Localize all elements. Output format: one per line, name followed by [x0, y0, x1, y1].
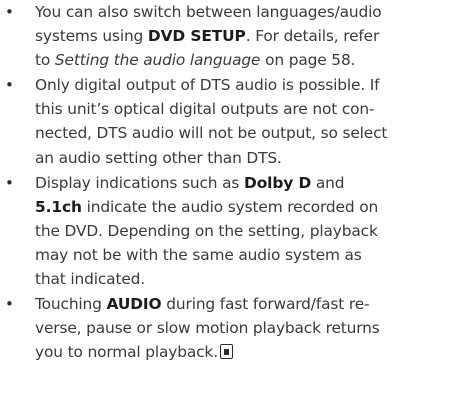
note-line: systems using DVD SETUP. For details, re… [35, 27, 380, 46]
cross-reference: Setting the audio language [54, 51, 261, 70]
keyword-dolby-d: Dolby D [244, 173, 312, 192]
keyword-dvd-setup: DVD SETUP [147, 27, 246, 46]
note-item-dvd-setup: • You can also switch between languages/… [0, 0, 459, 72]
note-item-dts: • Only digital output of DTS audio is po… [0, 73, 459, 169]
manual-page: • You can also switch between languages/… [0, 0, 459, 419]
note-line: nected, DTS audio will not be output, so… [35, 124, 388, 143]
bullet-icon: • [5, 3, 14, 21]
note-line: You can also switch between languages/au… [35, 3, 382, 21]
notes-list: • You can also switch between languages/… [0, 0, 459, 364]
note-line: to Setting the audio language on page 58… [35, 51, 356, 70]
note-line: Touching AUDIO during fast forward/fast … [35, 295, 370, 314]
note-line: 5.1ch indicate the audio system recorded… [35, 197, 379, 216]
note-line: you to normal playback. [35, 340, 459, 364]
note-line: this unit’s optical digital outputs are … [35, 100, 375, 119]
note-item-display-indications: • Display indications such as Dolby D an… [0, 171, 459, 291]
note-line: may not be with the same audio system as [35, 245, 362, 264]
keyword-audio: AUDIO [106, 295, 162, 314]
bullet-icon: • [5, 173, 14, 192]
end-of-section-icon [219, 344, 233, 360]
note-line: that indicated. [35, 270, 146, 289]
note-line: Display indications such as Dolby D and [35, 173, 345, 192]
note-line: an audio setting other than DTS. [35, 148, 282, 167]
keyword-5-1ch: 5.1ch [35, 197, 82, 216]
bullet-icon: • [5, 76, 14, 95]
note-line: Only digital output of DTS audio is poss… [35, 76, 380, 95]
note-line: verse, pause or slow motion playback ret… [35, 319, 380, 338]
note-item-audio-touch: • Touching AUDIO during fast forward/fas… [0, 292, 459, 364]
bullet-icon: • [5, 295, 14, 314]
note-line: the DVD. Depending on the setting, playb… [35, 221, 378, 240]
